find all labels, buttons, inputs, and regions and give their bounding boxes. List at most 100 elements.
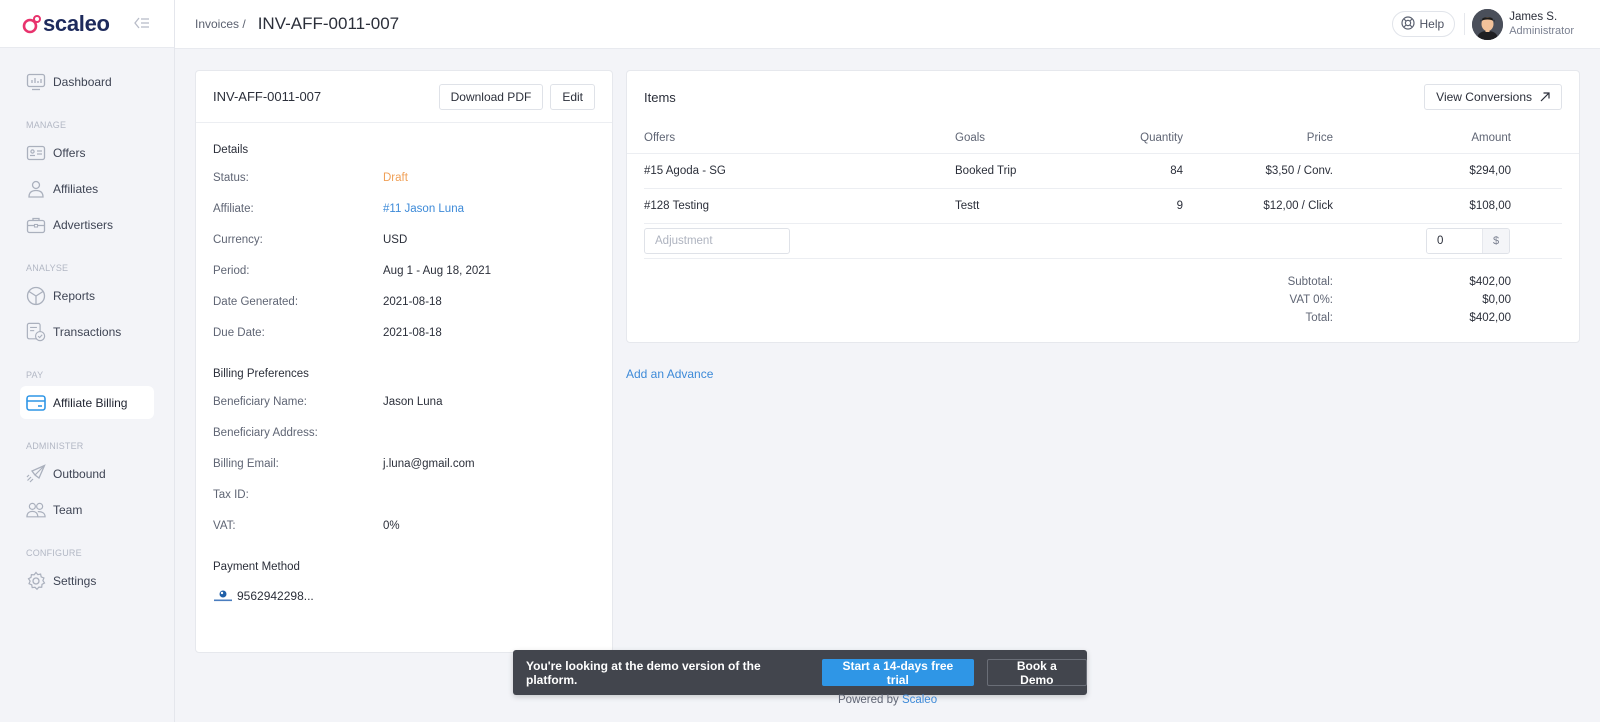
col-goals: Goals [955, 132, 986, 144]
payment-method-heading: Payment Method [213, 561, 300, 573]
goal-cell: Testt [955, 200, 980, 212]
dashboard-icon [26, 72, 46, 92]
col-quantity: Quantity [1140, 132, 1183, 144]
billing-row-beneficiary-name: Beneficiary Name: Jason Luna [196, 386, 612, 417]
section-administer: ADMINISTER [26, 441, 84, 451]
demo-banner-text: You're looking at the demo version of th… [526, 658, 761, 687]
download-pdf-button[interactable]: Download PDF [438, 83, 544, 110]
reports-icon [26, 286, 46, 306]
table-row: #15 Agoda - SG Booked Trip 84 $3,50 / Co… [644, 154, 1562, 189]
view-conversions-button[interactable]: View Conversions [1424, 84, 1562, 110]
webmoney-icon [213, 589, 233, 603]
detail-value: 2021-08-18 [383, 326, 442, 339]
grand-total-row: Total: $402,00 [1213, 309, 1512, 327]
logo-row: scaleo [0, 0, 174, 48]
sidebar-item-offers[interactable]: Offers [20, 136, 154, 169]
totals: Subtotal: $402,00 VAT 0%: $0,00 Total: $… [1213, 273, 1511, 327]
items-card: Items View Conversions Offers Goals Quan… [626, 70, 1580, 343]
breadcrumb-invoices[interactable]: Invoices / [195, 17, 246, 31]
billing-row-tax-id: Tax ID: [196, 479, 612, 510]
adjustment-row: $ [644, 224, 1562, 259]
amount-cell: $108,00 [1469, 200, 1511, 212]
detail-row-period: Period: Aug 1 - Aug 18, 2021 [196, 255, 612, 286]
lifebuoy-icon [1400, 15, 1415, 33]
adjustment-input[interactable] [644, 228, 790, 254]
sidebar-item-label: Affiliates [53, 181, 99, 196]
currency-addon: $ [1482, 229, 1509, 253]
credit-card-icon [26, 393, 46, 413]
topbar-right: Help James S. Administrator [1391, 8, 1574, 40]
amount-cell: $294,00 [1469, 165, 1511, 177]
sidebar-item-transactions[interactable]: Transactions [20, 315, 154, 348]
invoice-number: INV-AFF-0011-007 [213, 89, 322, 104]
sidebar-item-outbound[interactable]: Outbound [20, 457, 154, 490]
invoice-details-card: INV-AFF-0011-007 Download PDF Edit Detai… [195, 70, 613, 653]
scaleo-logo[interactable]: scaleo [22, 11, 110, 37]
scaleo-link[interactable]: Scaleo [902, 694, 937, 706]
quantity-cell: 84 [1170, 165, 1183, 177]
goal-cell: Booked Trip [955, 165, 1017, 177]
items-table: Offers Goals Quantity Price Amount #15 A… [627, 123, 1579, 259]
billing-label: Billing Email: [213, 457, 279, 470]
sidebar: scaleo Dashboard MANAGE Offers Affiliate… [0, 0, 175, 722]
brand-name: scaleo [43, 10, 110, 36]
page-title: INV-AFF-0011-007 [257, 14, 400, 33]
avatar[interactable] [1472, 8, 1504, 40]
total-value: $0,00 [1482, 294, 1511, 306]
total-value: $402,00 [1469, 276, 1511, 288]
sidebar-item-label: Outbound [53, 466, 106, 481]
invoice-actions: Download PDF Edit [438, 83, 595, 110]
total-label: Total: [1305, 312, 1334, 324]
sidebar-item-advertisers[interactable]: Advertisers [20, 208, 154, 241]
help-button[interactable]: Help [1391, 11, 1456, 37]
detail-row-currency: Currency: USD [196, 224, 612, 255]
price-cell: $3,50 / Conv. [1265, 165, 1333, 177]
edit-button[interactable]: Edit [550, 83, 595, 110]
user-meta[interactable]: James S. Administrator [1509, 10, 1574, 38]
total-label: VAT 0%: [1289, 294, 1333, 306]
sidebar-item-settings[interactable]: Settings [20, 564, 154, 597]
section-analyse: ANALYSE [26, 263, 69, 273]
detail-row-affiliate: Affiliate: #11 Jason Luna [196, 193, 612, 224]
payment-method-row: 9562942298... [196, 589, 612, 603]
billing-value: Jason Luna [383, 395, 443, 408]
sidebar-item-label: Affiliate Billing [53, 395, 128, 410]
items-title: Items [644, 89, 676, 105]
user-name: James S. [1509, 11, 1558, 23]
sidebar-item-affiliate-billing[interactable]: Affiliate Billing [20, 386, 154, 419]
affiliate-link[interactable]: #11 Jason Luna [383, 203, 464, 215]
book-demo-button[interactable]: Book a Demo [986, 659, 1087, 687]
sidebar-item-label: Transactions [53, 324, 122, 339]
detail-label: Status: [213, 171, 249, 184]
collapse-sidebar-icon[interactable] [133, 16, 150, 32]
sidebar-item-affiliates[interactable]: Affiliates [20, 172, 154, 205]
sidebar-item-dashboard[interactable]: Dashboard [20, 65, 154, 98]
invoice-card-header: INV-AFF-0011-007 Download PDF Edit [196, 71, 612, 123]
billing-label: Beneficiary Name: [213, 395, 307, 408]
start-trial-button[interactable]: Start a 14-days free trial [821, 659, 974, 687]
billing-value: 0% [383, 519, 400, 532]
sidebar-item-label: Offers [53, 145, 86, 160]
detail-label: Affiliate: [213, 202, 254, 215]
add-advance-link[interactable]: Add an Advance [626, 367, 713, 381]
topbar: Invoices / INV-AFF-0011-007 Help James S… [175, 0, 1600, 49]
offer-cell: #128 Testing [644, 200, 710, 212]
adjustment-amount-input[interactable] [1427, 229, 1482, 253]
team-icon [26, 500, 46, 520]
sidebar-nav: Dashboard MANAGE Offers Affiliates Adver… [0, 48, 174, 597]
sidebar-item-team[interactable]: Team [20, 493, 154, 526]
detail-row-status: Status: Draft [196, 162, 612, 193]
detail-label: Currency: [213, 233, 263, 246]
sidebar-item-reports[interactable]: Reports [20, 279, 154, 312]
billing-row-beneficiary-address: Beneficiary Address: [196, 417, 612, 448]
sidebar-item-label: Settings [53, 573, 97, 588]
gear-icon [26, 571, 46, 591]
vat-row: VAT 0%: $0,00 [1213, 291, 1511, 309]
offer-cell: #15 Agoda - SG [644, 165, 726, 177]
external-link-icon [1540, 92, 1550, 102]
table-row: #128 Testing Testt 9 $12,00 / Click $108… [644, 189, 1562, 224]
